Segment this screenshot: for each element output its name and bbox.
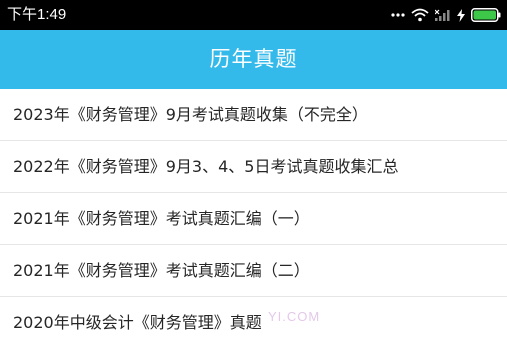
- status-bar: 下午1:49: [0, 0, 507, 30]
- watermark-text: YI.COM: [268, 309, 321, 324]
- list-item[interactable]: 2022年《财务管理》9月3、4、5日考试真题收集汇总: [0, 141, 507, 193]
- app-header: 历年真题: [0, 30, 507, 89]
- charging-bolt-icon: [457, 8, 465, 22]
- list-item[interactable]: 2021年《财务管理》考试真题汇编（一）: [0, 193, 507, 245]
- more-dots-icon: [391, 12, 405, 18]
- battery-icon: [471, 8, 501, 22]
- status-time: 下午1:49: [7, 6, 67, 23]
- page-title: 历年真题: [209, 47, 298, 71]
- list-item-label: 2020年中级会计《财务管理》真题: [13, 313, 262, 332]
- list-item-label: 2023年《财务管理》9月考试真题收集（不完全）: [13, 105, 368, 124]
- list-item[interactable]: 2020年中级会计《财务管理》真题: [0, 297, 507, 349]
- list-item-label: 2021年《财务管理》考试真题汇编（二）: [13, 261, 310, 280]
- signal-icon: [435, 9, 451, 21]
- wifi-icon: [411, 8, 429, 22]
- list-item-label: 2021年《财务管理》考试真题汇编（一）: [13, 209, 310, 228]
- list-item[interactable]: 2021年《财务管理》考试真题汇编（二）: [0, 245, 507, 297]
- status-icons: [385, 6, 501, 24]
- list-item-label: 2022年《财务管理》9月3、4、5日考试真题收集汇总: [13, 157, 399, 176]
- list-item[interactable]: 2023年《财务管理》9月考试真题收集（不完全）: [0, 89, 507, 141]
- exam-list: 2023年《财务管理》9月考试真题收集（不完全） 2022年《财务管理》9月3、…: [0, 89, 507, 349]
